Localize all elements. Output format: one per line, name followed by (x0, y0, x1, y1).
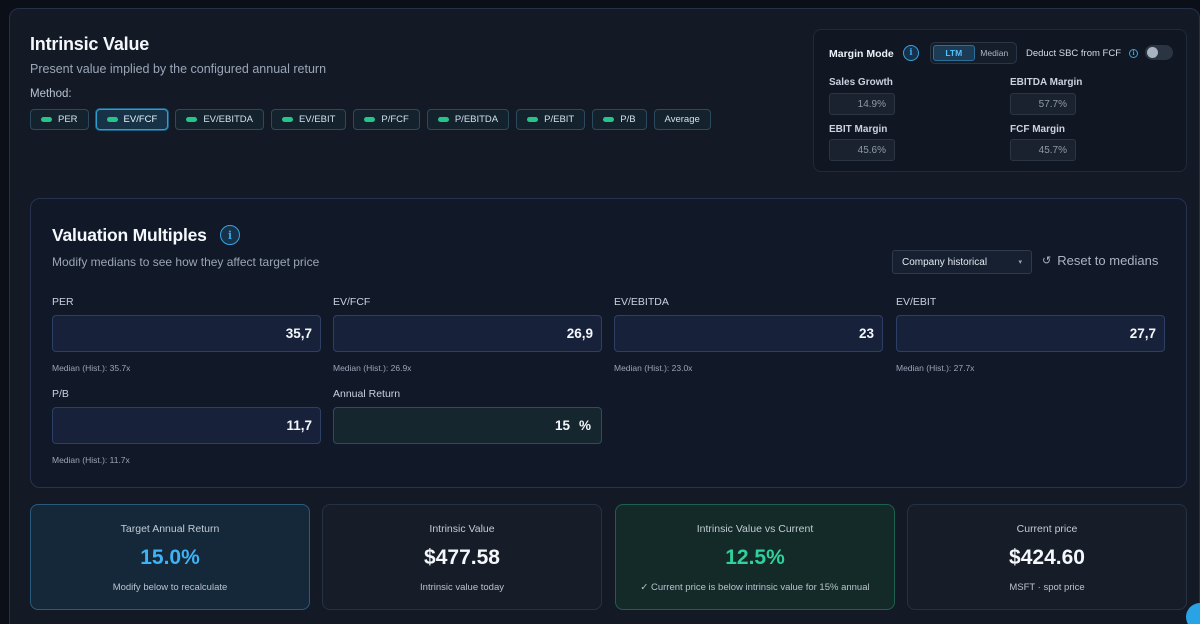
deduct-sbc-label: Deduct SBC from FCF (1026, 48, 1122, 59)
ebitda-margin-field[interactable]: 57.7% (1010, 93, 1076, 115)
valuation-multiples-subtitle: Modify medians to see how they affect ta… (52, 255, 320, 269)
method-button-ev-ebitda[interactable]: EV/EBITDA (175, 109, 264, 130)
method-label-text: Average (664, 114, 700, 125)
kpi-value: 12.5% (725, 546, 785, 569)
fcf-margin-label: FCF Margin (1010, 124, 1065, 135)
reset-label: Reset to medians (1057, 253, 1159, 268)
kpi-label: Intrinsic Value (429, 523, 495, 535)
ev-ebit-label: EV/EBIT (896, 296, 937, 308)
info-icon[interactable]: i (903, 45, 919, 61)
ev-ebit-input[interactable]: 27,7 (896, 315, 1165, 352)
deduct-sbc-toggle[interactable] (1145, 45, 1173, 60)
kpi-value: $477.58 (424, 546, 500, 569)
method-label: Method: (30, 88, 72, 100)
fcf-margin-field[interactable]: 45.7% (1010, 139, 1076, 161)
method-dot-icon (364, 117, 376, 122)
annual-return-input[interactable]: 15 % (333, 407, 602, 444)
page-subtitle: Present value implied by the configured … (30, 62, 327, 76)
reset-to-medians-button[interactable]: ↺ Reset to medians (1042, 253, 1158, 268)
method-label-text: PER (58, 114, 78, 125)
chevron-down-icon: ▾ (1018, 259, 1022, 266)
valuation-multiples-card: Valuation Multiples i Modify medians to … (30, 198, 1187, 488)
current-price-card: Current price $424.60 MSFT · spot price (907, 504, 1187, 610)
ev-fcf-median-hint: Median (Hist.): 26.9x (333, 363, 412, 373)
annual-return-label: Annual Return (333, 388, 401, 400)
page-title: Intrinsic Value (30, 34, 150, 54)
pb-label: P/B (52, 388, 69, 400)
method-label-text: P/EBITDA (454, 114, 499, 125)
kpi-value: 15.0% (140, 546, 200, 569)
ebit-margin-field[interactable]: 45.6% (829, 139, 895, 161)
margin-mode-median-option[interactable]: Median (975, 45, 1015, 61)
method-button-ev-ebit[interactable]: EV/EBIT (270, 109, 347, 130)
kpi-value: $424.60 (1009, 546, 1085, 569)
method-label-text: P/FCF (381, 114, 409, 125)
method-label-text: P/EBIT (544, 114, 575, 125)
median-source-select[interactable]: Company historical ▾ (892, 250, 1032, 274)
method-dot-icon (527, 117, 539, 122)
method-label-text: P/B (620, 114, 636, 125)
info-icon[interactable]: i (220, 225, 240, 245)
percent-unit: % (578, 418, 591, 433)
per-label: PER (52, 296, 74, 308)
per-input[interactable]: 35,7 (52, 315, 321, 352)
margin-mode-ltm-option[interactable]: LTM (933, 45, 975, 61)
method-button-p-ebit[interactable]: P/EBIT (516, 109, 586, 130)
method-dot-icon (603, 117, 615, 122)
toggle-knob (1147, 47, 1158, 58)
reset-icon: ↺ (1042, 255, 1052, 267)
ev-ebitda-median-hint: Median (Hist.): 23.0x (614, 363, 693, 373)
method-dot-icon (106, 117, 118, 122)
ev-fcf-input[interactable]: 26,9 (333, 315, 602, 352)
method-dot-icon (281, 117, 293, 122)
method-button-p-ebitda[interactable]: P/EBITDA (426, 109, 510, 130)
margin-mode-toggle: LTM Median (930, 42, 1017, 64)
valuation-multiples-title: Valuation Multiples (52, 225, 207, 245)
method-button-p-fcf[interactable]: P/FCF (353, 109, 420, 130)
kpi-description: ✓ Current price is below intrinsic value… (640, 582, 870, 593)
margin-mode-panel: Margin Mode i LTM Median Deduct SBC from… (813, 29, 1187, 172)
target-annual-return-card: Target Annual Return 15.0% Modify below … (30, 504, 310, 610)
method-dot-icon (41, 117, 52, 122)
method-label-text: EV/EBIT (298, 114, 336, 125)
pb-input[interactable]: 11,7 (52, 407, 321, 444)
kpi-description: MSFT · spot price (1009, 582, 1085, 593)
method-label-text: EV/FCF (123, 114, 158, 125)
intrinsic-value-card: Intrinsic Value $477.58 Intrinsic value … (322, 504, 602, 610)
method-label-text: EV/EBITDA (203, 114, 253, 125)
method-selector: PER EV/FCF EV/EBITDA EV/EBIT P/FCF P/EBI… (30, 109, 711, 130)
pb-median-hint: Median (Hist.): 11.7x (52, 455, 130, 465)
annual-return-value: 15 (554, 418, 570, 433)
method-button-average[interactable]: Average (653, 109, 711, 130)
ebitda-margin-label: EBITDA Margin (1010, 77, 1083, 88)
sales-growth-field[interactable]: 14.9% (829, 93, 895, 115)
intrinsic-vs-current-card: Intrinsic Value vs Current 12.5% ✓ Curre… (615, 504, 895, 610)
method-button-ev-fcf[interactable]: EV/FCF (95, 109, 169, 130)
ev-ebit-median-hint: Median (Hist.): 27.7x (896, 363, 975, 373)
sales-growth-label: Sales Growth (829, 77, 893, 88)
kpi-label: Intrinsic Value vs Current (696, 523, 814, 535)
kpi-description: Modify below to recalculate (112, 582, 228, 593)
method-button-per[interactable]: PER (30, 109, 89, 130)
kpi-label: Current price (1016, 523, 1078, 535)
ev-ebitda-label: EV/EBITDA (614, 296, 669, 308)
ev-ebitda-input[interactable]: 23 (614, 315, 883, 352)
kpi-label: Target Annual Return (120, 523, 220, 535)
method-dot-icon (437, 117, 449, 122)
sbc-info-icon[interactable]: i (1129, 49, 1138, 58)
method-dot-icon (186, 117, 198, 122)
ev-fcf-label: EV/FCF (333, 296, 371, 308)
kpi-description: Intrinsic value today (420, 582, 504, 593)
ebit-margin-label: EBIT Margin (829, 124, 888, 135)
median-source-value: Company historical (902, 256, 988, 268)
per-median-hint: Median (Hist.): 35.7x (52, 363, 131, 373)
method-button-p-b[interactable]: P/B (592, 109, 647, 130)
margin-mode-title: Margin Mode (829, 48, 894, 60)
